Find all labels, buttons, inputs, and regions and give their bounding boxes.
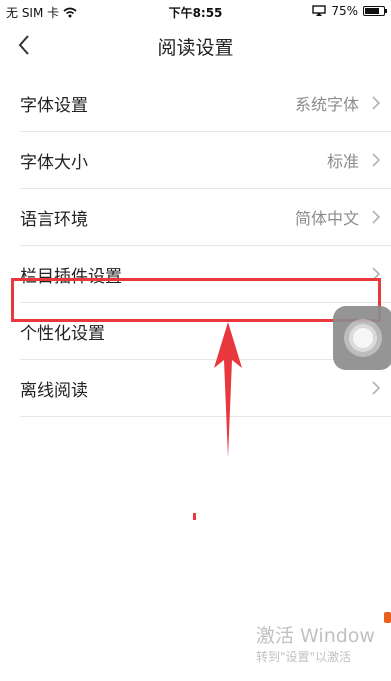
settings-item-value: 系统字体	[294, 95, 359, 114]
chevron-right-icon	[372, 210, 381, 224]
page-title: 阅读设置	[157, 37, 234, 59]
settings-item-font[interactable]: 字体设置 系统字体	[20, 75, 391, 132]
settings-item-font-size[interactable]: 字体大小 标准	[20, 132, 391, 189]
settings-item-label: 字体设置	[20, 95, 88, 116]
status-bar: 无 SIM 卡 下午8:55 75%	[0, 0, 391, 22]
activation-watermark: 激活 Window 转到"设置"以激活	[256, 621, 391, 665]
watermark-title: 激活 Window	[256, 625, 375, 647]
settings-item-value: 标准	[326, 152, 359, 171]
chevron-right-icon	[372, 153, 381, 167]
settings-item-label: 离线阅读	[20, 380, 88, 401]
nav-bar: 阅读设置	[0, 22, 391, 68]
battery-level	[365, 8, 379, 14]
settings-list: 字体设置 系统字体 字体大小 标准 语言环境 简体中文 栏目插件设置 个性化设置…	[0, 75, 391, 417]
battery-icon	[363, 6, 387, 16]
settings-item-offline-reading[interactable]: 离线阅读	[20, 360, 391, 417]
status-right: 75%	[312, 4, 387, 18]
screen-mirror-icon	[312, 5, 327, 16]
battery-percent: 75%	[331, 4, 358, 18]
settings-item-value: 简体中文	[294, 209, 359, 228]
settings-item-language[interactable]: 语言环境 简体中文	[20, 189, 391, 246]
chevron-right-icon	[372, 96, 381, 110]
assistive-touch-button[interactable]	[333, 306, 391, 370]
settings-item-label: 字体大小	[20, 152, 88, 173]
red-arrow-annotation	[214, 322, 242, 458]
settings-item-label: 个性化设置	[20, 323, 105, 344]
highlight-box	[11, 278, 381, 322]
red-mark	[193, 513, 196, 520]
settings-item-label: 语言环境	[20, 209, 88, 230]
watermark-subtitle: 转到"设置"以激活	[256, 650, 352, 664]
chevron-right-icon	[372, 381, 381, 395]
